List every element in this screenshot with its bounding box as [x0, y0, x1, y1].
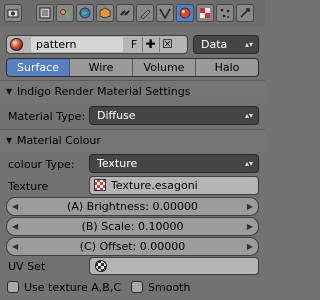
- use-texture-checkbox[interactable]: [7, 281, 19, 293]
- smooth-label: Smooth: [148, 281, 191, 294]
- plus-icon: ✚: [145, 37, 156, 51]
- scene-icon[interactable]: [56, 4, 74, 22]
- offset-slider[interactable]: ◀ (C) Offset: 0.00000 ▶: [6, 237, 259, 256]
- scale-value: (B) Scale: 0.10000: [81, 220, 184, 233]
- indigo-panel-title: Indigo Render Material Settings: [17, 85, 191, 98]
- fake-user-button[interactable]: F: [127, 36, 141, 53]
- brightness-slider[interactable]: ◀ (A) Brightness: 0.00000 ▶: [6, 197, 259, 216]
- brightness-value: (A) Brightness: 0.00000: [67, 200, 198, 213]
- properties-toolbar: [0, 0, 265, 27]
- collapse-arrow-icon: ▼: [6, 87, 13, 96]
- increment-arrow-icon[interactable]: ▶: [247, 218, 253, 235]
- texture-label: Texture: [8, 180, 49, 193]
- material-type-label: Material Type:: [8, 110, 86, 123]
- updown-arrow-icon: ▴▾: [244, 40, 253, 49]
- object-icon[interactable]: [96, 4, 114, 22]
- updown-arrow-icon: ▴▾: [244, 111, 253, 120]
- colour-type-value: Texture: [97, 157, 138, 170]
- colour-panel-header[interactable]: ▼ Material Colour: [0, 130, 265, 152]
- material-sphere-icon[interactable]: [10, 38, 23, 51]
- tab-surface[interactable]: Surface: [7, 59, 69, 76]
- colour-panel-title: Material Colour: [17, 134, 101, 147]
- texture-name: Texture.esagoni: [111, 179, 198, 192]
- uv-set-label: UV Set: [8, 260, 46, 273]
- use-texture-label: Use texture A,B,C: [24, 281, 122, 294]
- tab-halo[interactable]: Halo: [195, 59, 258, 76]
- material-type-value: Diffuse: [97, 109, 136, 122]
- increment-arrow-icon[interactable]: ▶: [247, 238, 253, 255]
- constraints-icon[interactable]: [116, 4, 134, 22]
- texture-icon: [94, 179, 106, 191]
- indigo-panel-header[interactable]: ▼ Indigo Render Material Settings: [0, 81, 265, 103]
- physics-icon[interactable]: [236, 4, 254, 22]
- offset-value: (C) Offset: 0.00000: [79, 240, 186, 253]
- uv-map-icon: [95, 260, 107, 272]
- material-datablock: pattern F ✚ ☒: [6, 35, 188, 54]
- link-type-label: Data: [201, 38, 228, 51]
- tab-wire[interactable]: Wire: [69, 59, 132, 76]
- link-type-select[interactable]: Data ▴▾: [193, 35, 259, 54]
- smooth-checkbox[interactable]: [131, 281, 143, 293]
- material-icon[interactable]: [176, 4, 194, 22]
- increment-arrow-icon[interactable]: ▶: [247, 198, 253, 215]
- uv-set-field[interactable]: [89, 257, 259, 275]
- colour-type-select[interactable]: Texture ▴▾: [89, 154, 259, 173]
- updown-arrow-icon: ▴▾: [244, 159, 253, 168]
- render-icon[interactable]: [4, 4, 22, 22]
- modifiers-icon[interactable]: [136, 4, 154, 22]
- material-tabs: Surface Wire Volume Halo: [6, 58, 259, 77]
- scale-slider[interactable]: ◀ (B) Scale: 0.10000 ▶: [6, 217, 259, 236]
- add-material-button[interactable]: ✚: [142, 37, 158, 52]
- particles-icon[interactable]: [216, 4, 234, 22]
- tab-volume[interactable]: Volume: [132, 59, 195, 76]
- world-icon[interactable]: [76, 4, 94, 22]
- material-name-field[interactable]: pattern: [31, 37, 123, 52]
- colour-type-label: colour Type:: [8, 158, 75, 171]
- unlink-material-button[interactable]: ☒: [159, 37, 175, 52]
- material-type-select[interactable]: Diffuse ▴▾: [89, 106, 259, 125]
- collapse-arrow-icon: ▼: [6, 136, 13, 145]
- data-icon[interactable]: [156, 4, 174, 22]
- render-layers-icon[interactable]: [36, 4, 54, 22]
- texture-icon[interactable]: [196, 4, 214, 22]
- close-icon: ☒: [162, 37, 173, 51]
- texture-field[interactable]: Texture.esagoni: [89, 176, 259, 195]
